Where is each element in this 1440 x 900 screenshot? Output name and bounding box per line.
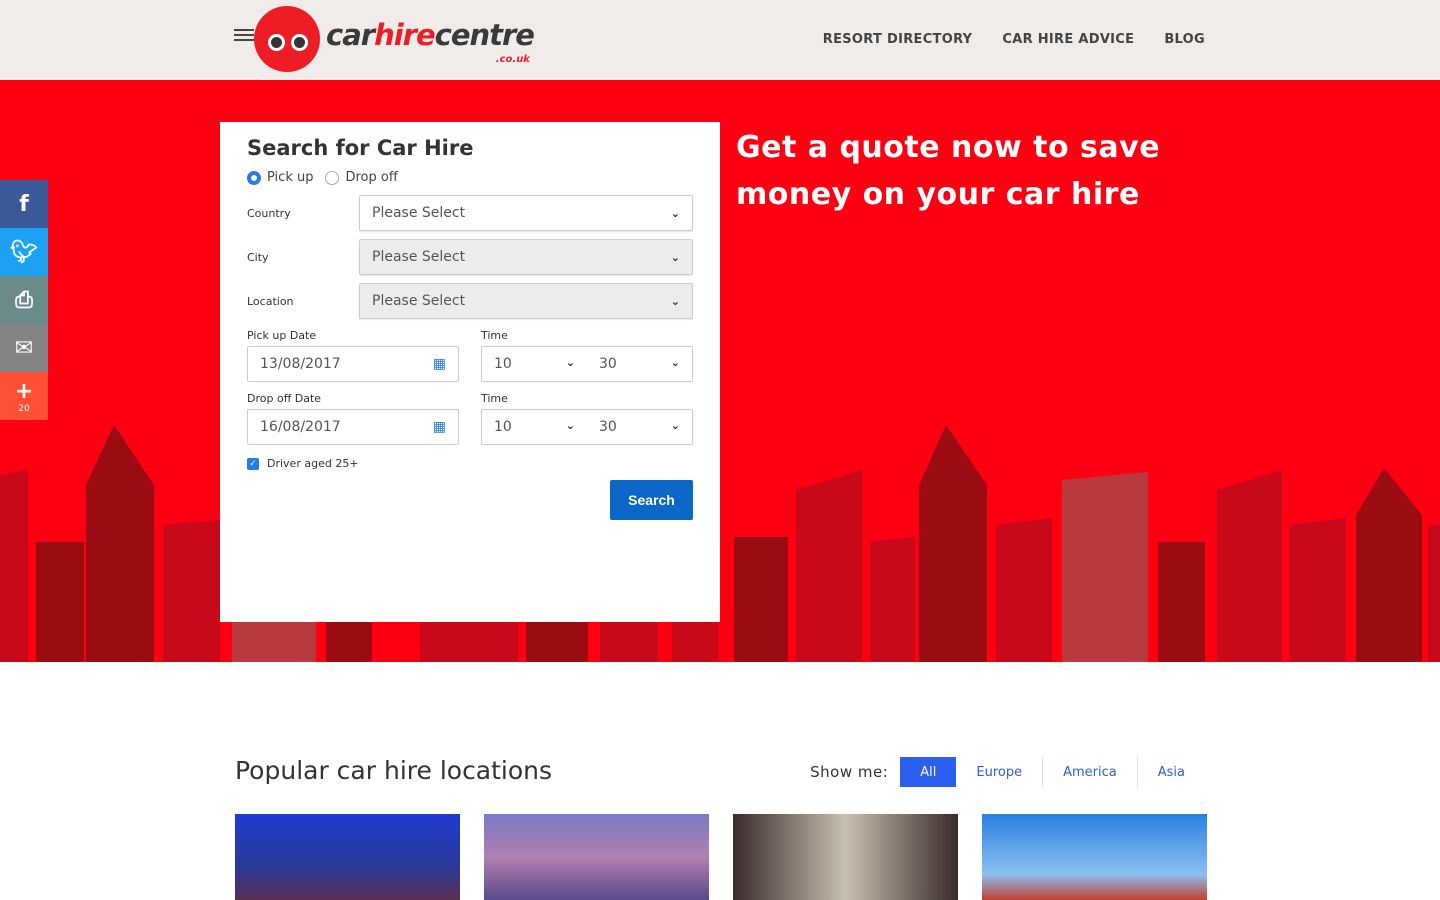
minute-value: 30 <box>599 356 617 372</box>
country-label: Country <box>247 206 291 220</box>
social-share-bar: f 🐦︎ ⎙ ✉ +20 <box>0 180 48 420</box>
filter-asia[interactable]: Asia <box>1136 757 1205 787</box>
city-label: City <box>247 250 269 264</box>
checkmark-icon: ✓ <box>247 457 259 470</box>
radio-label: Pick up <box>267 170 314 185</box>
hero: Get a quote now to save money on your car… <box>0 80 1440 662</box>
pickup-time-label: Time <box>481 329 508 342</box>
hero-tagline: Get a quote now to save money on your car… <box>736 124 1160 218</box>
dropoff-date-label: Drop off Date <box>247 392 322 405</box>
logo-text: centre <box>434 18 535 52</box>
nav-resort-directory[interactable]: RESORT DIRECTORY <box>823 32 973 47</box>
chevron-down-icon: ⌄ <box>670 294 680 308</box>
more-share-button[interactable]: +20 <box>0 372 48 420</box>
chevron-down-icon: ⌄ <box>565 356 575 369</box>
location-select[interactable]: Please Select ⌄ <box>359 283 693 319</box>
location-card-image[interactable] <box>235 814 460 900</box>
location-label: Location <box>247 294 294 308</box>
facebook-icon[interactable]: f <box>0 180 48 228</box>
dropoff-time-label: Time <box>481 392 508 405</box>
region-filter: Show me: All Europe America Asia <box>810 757 1205 787</box>
nav-blog[interactable]: BLOG <box>1164 32 1205 47</box>
dropoff-minute-select[interactable]: 30 ⌄ <box>587 419 692 435</box>
dropoff-radio[interactable]: Drop off <box>325 170 398 185</box>
plus-icon: + <box>14 378 34 404</box>
show-me-label: Show me: <box>810 763 889 781</box>
location-card-image[interactable] <box>733 814 958 900</box>
filter-america[interactable]: America <box>1042 757 1137 787</box>
logo-text: car <box>326 18 375 52</box>
print-icon[interactable]: ⎙ <box>0 276 48 324</box>
dropoff-hour-select[interactable]: 10 ⌄ <box>482 419 587 435</box>
tagline-line: Get a quote now to save <box>736 130 1161 165</box>
chevron-down-icon: ⌄ <box>670 419 680 432</box>
country-select[interactable]: Please Select ⌄ <box>359 195 693 231</box>
search-form: Search for Car Hire Pick up Drop off Cou… <box>220 122 720 622</box>
select-value: Please Select <box>372 249 466 265</box>
pickup-hour-select[interactable]: 10 ⌄ <box>482 356 587 372</box>
chevron-down-icon: ⌄ <box>565 419 575 432</box>
location-card-image[interactable] <box>484 814 709 900</box>
select-value: Please Select <box>372 205 466 221</box>
pickup-minute-select[interactable]: 30 ⌄ <box>587 356 692 372</box>
chevron-down-icon: ⌄ <box>670 250 680 264</box>
logo-text: hire <box>374 18 436 52</box>
select-value: Please Select <box>372 293 466 309</box>
checkbox-label: Driver aged 25+ <box>267 457 359 470</box>
pickup-date-label: Pick up Date <box>247 329 317 342</box>
logo-car-icon <box>234 6 320 72</box>
popular-title: Popular car hire locations <box>235 756 553 785</box>
city-skyline <box>0 425 1440 662</box>
radio-label: Drop off <box>345 170 398 185</box>
twitter-icon[interactable]: 🐦︎ <box>0 228 48 276</box>
calendar-icon[interactable]: ▦ <box>433 419 446 435</box>
filter-all[interactable]: All <box>900 757 957 787</box>
site-header: carhirecentre .co.uk RESORT DIRECTORY CAR… <box>0 0 1440 80</box>
driver-age-checkbox[interactable]: ✓ Driver aged 25+ <box>247 457 693 470</box>
nav-car-hire-advice[interactable]: CAR HIRE ADVICE <box>1002 32 1134 47</box>
tagline-line: money on your car hire <box>736 177 1140 212</box>
hour-value: 10 <box>494 419 512 435</box>
hour-value: 10 <box>494 356 512 372</box>
email-icon[interactable]: ✉ <box>0 324 48 372</box>
location-card-image[interactable] <box>982 814 1207 900</box>
minute-value: 30 <box>599 419 617 435</box>
logo[interactable]: carhirecentre .co.uk <box>234 6 535 72</box>
logo-tld: .co.uk <box>495 54 530 65</box>
pickup-date-input[interactable]: 13/08/2017 ▦ <box>247 346 459 382</box>
form-title: Search for Car Hire <box>247 136 474 160</box>
dropoff-date-input[interactable]: 16/08/2017 ▦ <box>247 409 459 445</box>
city-select[interactable]: Please Select ⌄ <box>359 239 693 275</box>
chevron-down-icon: ⌄ <box>670 206 680 220</box>
search-button[interactable]: Search <box>610 480 693 520</box>
main-nav: RESORT DIRECTORY CAR HIRE ADVICE BLOG <box>823 32 1205 47</box>
pickup-radio[interactable]: Pick up <box>247 170 313 185</box>
date-value: 13/08/2017 <box>260 356 341 372</box>
chevron-down-icon: ⌄ <box>670 356 680 369</box>
date-value: 16/08/2017 <box>260 419 341 435</box>
share-count: 20 <box>18 403 30 414</box>
location-cards <box>235 814 1207 900</box>
filter-europe[interactable]: Europe <box>956 757 1042 787</box>
calendar-icon[interactable]: ▦ <box>433 356 446 372</box>
